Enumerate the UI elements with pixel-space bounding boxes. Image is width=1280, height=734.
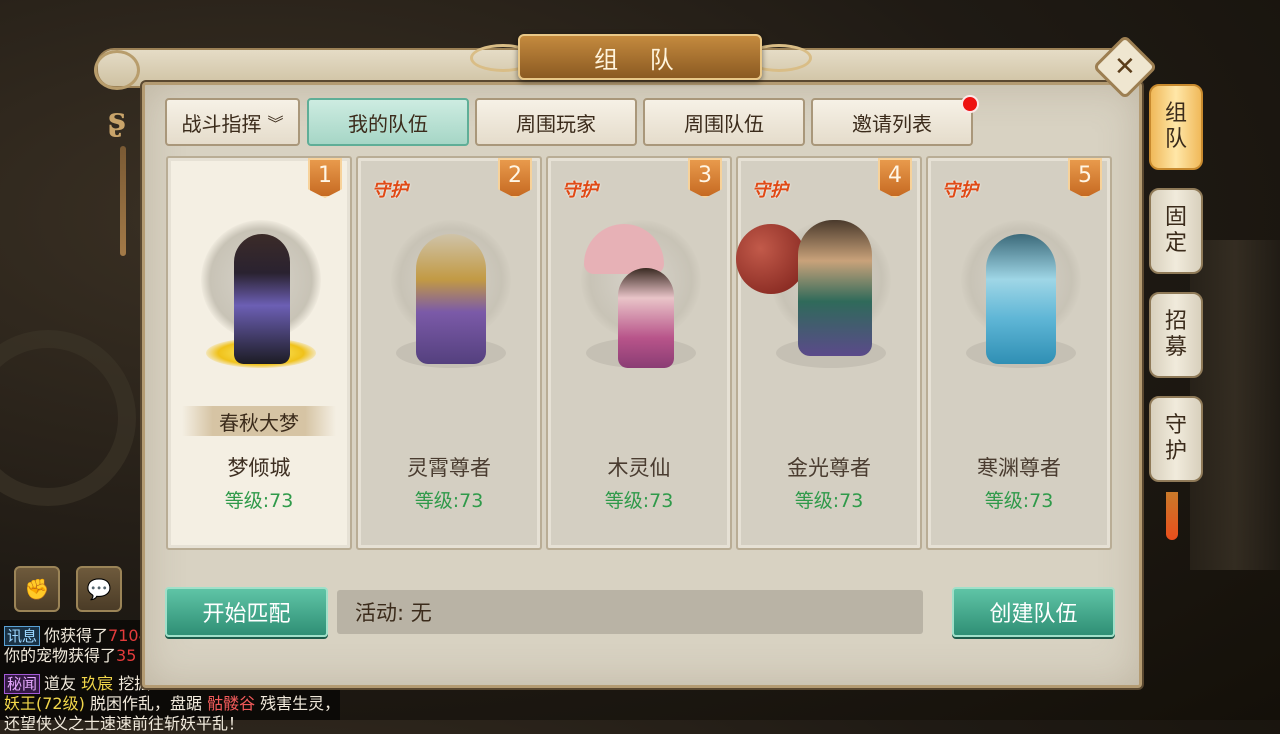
background-rock bbox=[1190, 240, 1280, 570]
member-card-1[interactable]: 1 春秋大梦 梦倾城 等级:73 bbox=[166, 156, 352, 550]
player-character-model bbox=[234, 234, 290, 364]
member-card-4[interactable]: 4 守护 金光尊者 等级:73 bbox=[736, 156, 922, 550]
guardian-tag: 守护 bbox=[562, 180, 598, 201]
guardian-character-model bbox=[986, 234, 1056, 364]
guardian-character-model bbox=[618, 268, 674, 368]
close-icon: ✕ bbox=[1114, 51, 1136, 82]
side-tab-recruit[interactable]: 招 募 bbox=[1149, 292, 1203, 378]
member-name: 木灵仙 bbox=[607, 456, 671, 480]
chat-text: 你的宠物获得了 bbox=[4, 646, 117, 665]
background-ground-ring bbox=[0, 330, 136, 506]
side-tab-label: 定 bbox=[1164, 231, 1187, 256]
tab-label: 周围玩家 bbox=[516, 111, 596, 136]
tab-nearby-teams[interactable]: 周围队伍 bbox=[643, 98, 805, 146]
member-name: 梦倾城 bbox=[227, 456, 291, 480]
guardian-character-model bbox=[798, 220, 872, 356]
member-card-5[interactable]: 5 守护 寒渊尊者 等级:73 bbox=[926, 156, 1112, 550]
member-name: 灵霄尊者 bbox=[407, 456, 491, 480]
tab-label: 战斗指挥 bbox=[181, 111, 262, 136]
gourd-icon bbox=[736, 224, 806, 294]
member-name: 金光尊者 bbox=[787, 456, 871, 480]
member-card-3[interactable]: 3 守护 木灵仙 等级:73 bbox=[546, 156, 732, 550]
guardian-tag: 守护 bbox=[942, 180, 978, 201]
chat-line: 你的宠物获得了35 bbox=[4, 642, 136, 666]
tab-label: 我的队伍 bbox=[348, 111, 428, 136]
chevron-down-icon: ︾ bbox=[267, 114, 284, 133]
tab-nearby-players[interactable]: 周围玩家 bbox=[475, 98, 637, 146]
start-matching-button[interactable]: 开始匹配 bbox=[165, 587, 328, 637]
slot-badge: 2 bbox=[498, 158, 532, 198]
member-level: 等级:73 bbox=[224, 490, 294, 512]
chat-text: 还望侠义之士速速前往斩妖平乱！ bbox=[4, 714, 245, 733]
chat-highlight: 35 bbox=[116, 646, 137, 665]
slot-badge: 4 bbox=[878, 158, 912, 198]
tab-battle-command[interactable]: 战斗指挥 ︾ bbox=[165, 98, 300, 146]
tab-invite-list[interactable]: 邀请列表 bbox=[811, 98, 973, 146]
side-tab-label: 护 bbox=[1164, 439, 1187, 464]
create-team-button[interactable]: 创建队伍 bbox=[952, 587, 1115, 637]
scroll-ornament bbox=[94, 50, 140, 90]
chat-line: 还望侠义之士速速前往斩妖平乱！ bbox=[4, 710, 244, 734]
slot-badge: 5 bbox=[1068, 158, 1102, 198]
member-level: 等级:73 bbox=[414, 490, 484, 512]
side-tab-guardian[interactable]: 守 护 bbox=[1149, 396, 1203, 482]
tab-label: 邀请列表 bbox=[852, 111, 932, 136]
notification-dot bbox=[961, 95, 979, 113]
side-tab-label: 队 bbox=[1164, 127, 1187, 152]
side-tab-label: 守 bbox=[1164, 413, 1187, 438]
tab-label: 周围队伍 bbox=[684, 111, 764, 136]
player-title: 春秋大梦 bbox=[182, 406, 336, 436]
tassel bbox=[120, 146, 126, 256]
chat-text: 残害生灵， bbox=[260, 694, 341, 713]
activity-field[interactable]: 活动: 无 bbox=[337, 590, 923, 634]
side-tab-label: 固 bbox=[1164, 205, 1187, 230]
side-tassel bbox=[1166, 492, 1178, 540]
member-level: 等级:73 bbox=[984, 490, 1054, 512]
guardian-tag: 守护 bbox=[752, 180, 788, 201]
chat-bubble-icon[interactable]: 💬 bbox=[76, 566, 122, 612]
side-tab-label: 募 bbox=[1164, 335, 1187, 360]
cloud-swirl-icon: ʂ bbox=[108, 100, 127, 138]
side-tab-label: 组 bbox=[1164, 101, 1187, 126]
member-level: 等级:73 bbox=[604, 490, 674, 512]
fist-icon[interactable]: ✊ bbox=[14, 566, 60, 612]
member-name: 寒渊尊者 bbox=[977, 456, 1061, 480]
window-title: 组 队 bbox=[518, 34, 762, 80]
slot-badge: 1 bbox=[308, 158, 342, 198]
guardian-tag: 守护 bbox=[372, 180, 408, 201]
side-tab-team[interactable]: 组 队 bbox=[1149, 84, 1203, 170]
slot-badge: 3 bbox=[688, 158, 722, 198]
hanging-ornament: ʂ bbox=[108, 100, 138, 256]
member-level: 等级:73 bbox=[794, 490, 864, 512]
guardian-character-model bbox=[416, 234, 486, 364]
side-tab-label: 招 bbox=[1164, 309, 1187, 334]
member-card-2[interactable]: 2 守护 灵霄尊者 等级:73 bbox=[356, 156, 542, 550]
tab-my-team[interactable]: 我的队伍 bbox=[307, 98, 469, 146]
side-tab-fixed[interactable]: 固 定 bbox=[1149, 188, 1203, 274]
